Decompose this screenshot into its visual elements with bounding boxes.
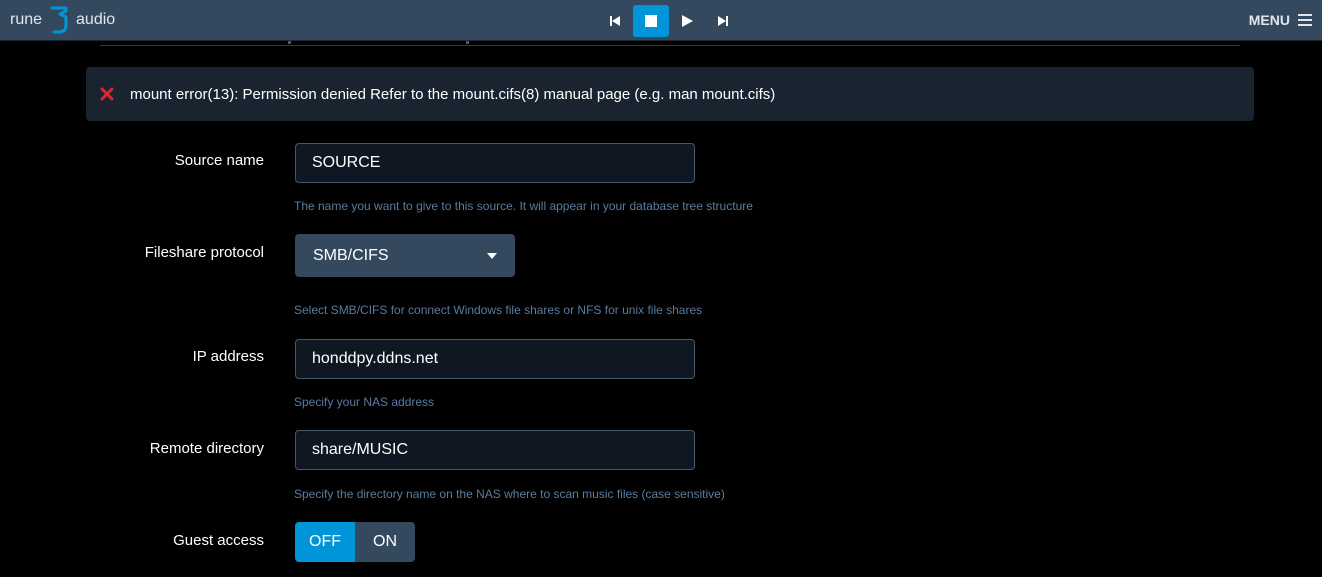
guest-access-on-button[interactable]: ON	[355, 522, 415, 562]
play-button[interactable]	[669, 5, 705, 37]
top-bar: rune audio MENU	[0, 0, 1322, 41]
guest-access-toggle: OFF ON	[295, 522, 415, 562]
ip-address-input[interactable]	[295, 339, 695, 379]
source-name-help: The name you want to give to this source…	[294, 199, 753, 213]
source-name-label: Source name	[174, 152, 264, 169]
rune-logo-icon	[50, 6, 68, 34]
menu-button[interactable]: MENU	[1249, 12, 1312, 28]
ip-address-label: IP address	[192, 348, 264, 365]
clipped-text-fragment	[466, 41, 469, 44]
rune-audio-logo[interactable]: rune audio	[10, 5, 115, 35]
section-divider	[100, 45, 1240, 46]
playback-controls	[597, 5, 741, 37]
source-name-input[interactable]	[295, 143, 695, 183]
caret-down-icon	[487, 252, 497, 259]
menu-label: MENU	[1248, 12, 1290, 28]
clipped-text-fragment	[288, 41, 291, 44]
hamburger-icon	[1298, 14, 1312, 26]
stop-button[interactable]	[633, 5, 669, 37]
remote-directory-label: Remote directory	[149, 440, 264, 457]
previous-button[interactable]	[597, 5, 633, 37]
error-alert: mount error(13): Permission denied Refer…	[86, 67, 1254, 121]
logo-text-left: rune	[10, 11, 43, 28]
play-icon	[682, 15, 693, 27]
guest-access-off-button[interactable]: OFF	[295, 522, 355, 562]
remote-directory-help: Specify the directory name on the NAS wh…	[294, 487, 725, 501]
error-x-icon	[100, 87, 114, 101]
stop-icon	[645, 15, 657, 27]
fileshare-protocol-label: Fileshare protocol	[144, 244, 264, 261]
next-icon	[718, 16, 728, 26]
error-message: mount error(13): Permission denied Refer…	[130, 85, 776, 103]
fileshare-protocol-help: Select SMB/CIFS for connect Windows file…	[294, 303, 703, 317]
remote-directory-input[interactable]	[295, 430, 695, 470]
fileshare-protocol-select[interactable]: SMB/CIFS	[295, 234, 515, 277]
previous-icon	[610, 16, 620, 26]
fileshare-protocol-value: SMB/CIFS	[313, 246, 389, 264]
ip-address-help: Specify your NAS address	[294, 395, 435, 409]
logo-text-right: audio	[76, 11, 116, 28]
next-button[interactable]	[705, 5, 741, 37]
guest-access-label: Guest access	[173, 532, 264, 549]
